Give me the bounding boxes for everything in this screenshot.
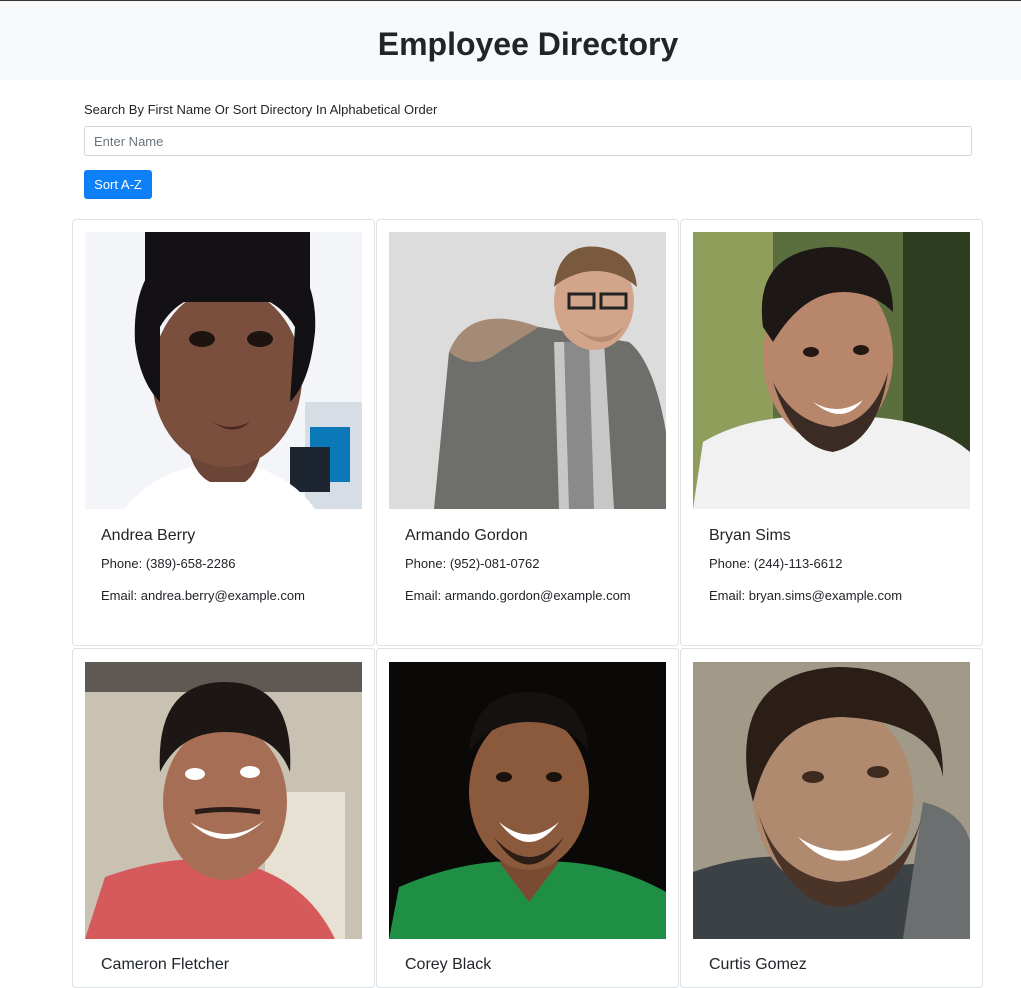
employee-photo xyxy=(389,232,666,509)
employee-card: Corey Black xyxy=(376,648,679,988)
portrait-image-icon xyxy=(85,232,362,509)
employee-card: Andrea Berry Phone: (389)-658-2286 Email… xyxy=(72,219,375,646)
employee-name: Armando Gordon xyxy=(405,527,528,544)
employee-name: Curtis Gomez xyxy=(709,956,807,973)
employee-phone: Phone: (244)-113-6612 xyxy=(709,556,843,571)
employee-card: Armando Gordon Phone: (952)-081-0762 Ema… xyxy=(376,219,679,646)
portrait-image-icon xyxy=(85,662,362,939)
sort-a-z-button[interactable]: Sort A-Z xyxy=(84,170,152,199)
employee-photo xyxy=(85,662,362,939)
employee-phone: Phone: (952)-081-0762 xyxy=(405,556,540,571)
employee-email: Email: bryan.sims@example.com xyxy=(709,588,903,603)
employee-name: Andrea Berry xyxy=(101,527,196,544)
portrait-image-icon xyxy=(389,232,666,509)
employee-photo xyxy=(85,232,362,509)
employee-email: Email: andrea.berry@example.com xyxy=(101,588,305,603)
employee-photo xyxy=(693,662,970,939)
page-title: Employee Directory xyxy=(377,26,679,62)
employee-name: Bryan Sims xyxy=(709,527,791,544)
search-input[interactable] xyxy=(84,126,972,156)
employee-photo xyxy=(693,232,970,509)
employee-name: Corey Black xyxy=(405,956,492,973)
employee-phone: Phone: (389)-658-2286 xyxy=(101,556,236,571)
employee-card: Curtis Gomez xyxy=(680,648,983,988)
employee-card: Cameron Fletcher xyxy=(72,648,375,988)
portrait-image-icon xyxy=(693,662,970,939)
portrait-image-icon xyxy=(693,232,970,509)
page-header: Employee Directory xyxy=(0,1,1021,80)
employee-card: Bryan Sims Phone: (244)-113-6612 Email: … xyxy=(680,219,983,646)
portrait-image-icon xyxy=(389,662,666,939)
search-label: Search By First Name Or Sort Directory I… xyxy=(84,102,438,117)
employee-email: Email: armando.gordon@example.com xyxy=(405,588,631,603)
employee-name: Cameron Fletcher xyxy=(101,956,230,973)
employee-photo xyxy=(389,662,666,939)
